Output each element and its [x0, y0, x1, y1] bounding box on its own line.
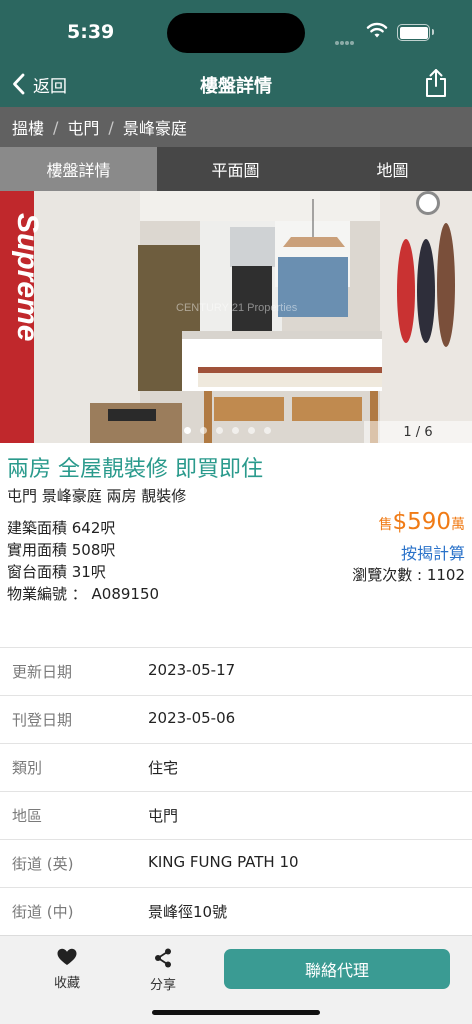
- favorite-button[interactable]: 收藏: [37, 948, 97, 991]
- view-count: 瀏覽次數 : 1102: [352, 566, 465, 584]
- battery-icon: [397, 24, 434, 41]
- home-indicator: [152, 1010, 320, 1015]
- mortgage-calculator-link[interactable]: 按揭計算: [401, 540, 465, 564]
- breadcrumb-item-search[interactable]: 搵樓: [12, 115, 44, 139]
- banner-text: Supreme: [11, 213, 44, 341]
- watermark-text: CENTURY 21 Properties: [176, 302, 298, 314]
- breadcrumb-item-estate[interactable]: 景峰豪庭: [123, 115, 187, 139]
- tab-bar: 樓盤詳情 平面圖 地圖: [0, 147, 472, 191]
- breadcrumb-item-district[interactable]: 屯門: [67, 115, 99, 139]
- favorite-label: 收藏: [53, 976, 80, 991]
- bay-window-area: 窗台面積 31呎: [7, 563, 106, 581]
- detail-row: 街道 (中) 景峰徑10號: [0, 887, 472, 935]
- page-title: 樓盤詳情: [200, 76, 272, 97]
- detail-label: 刊登日期: [12, 711, 73, 729]
- detail-label: 地區: [12, 807, 43, 825]
- detail-row: 街道 (英) KING FUNG PATH 10: [0, 839, 472, 887]
- share-nodes-icon: [155, 948, 171, 968]
- detail-value: 屯門: [148, 807, 179, 825]
- share-label: 分享: [149, 978, 176, 993]
- heart-icon: [57, 948, 77, 965]
- share-button[interactable]: 分享: [133, 948, 193, 993]
- detail-value: KING FUNG PATH 10: [148, 853, 299, 871]
- area-block: 建築面積 642呎 實用面積 508呎 窗台面積 31呎 物業編號 ： A089…: [7, 517, 159, 605]
- detail-row: 更新日期 2023-05-17: [0, 647, 472, 695]
- breadcrumb-separator: /: [108, 117, 114, 137]
- contact-agent-button[interactable]: 聯絡代理: [224, 949, 450, 989]
- tab-floor-plan[interactable]: 平面圖: [157, 147, 314, 191]
- share-icon[interactable]: [424, 68, 448, 98]
- detail-row: 類別 住宅: [0, 743, 472, 791]
- gallery-dot: [248, 427, 255, 434]
- gallery-dot: [232, 427, 239, 434]
- dynamic-island: [167, 13, 305, 53]
- app-header: 5:39 返回 樓盤詳情: [0, 0, 472, 107]
- price-tag: 售$590萬: [378, 509, 465, 535]
- gross-area: 建築面積 642呎: [7, 519, 116, 537]
- detail-row: 刊登日期 2023-05-06: [0, 695, 472, 743]
- detail-label: 類別: [12, 759, 43, 777]
- price-label: 售: [378, 517, 393, 533]
- detail-label: 更新日期: [12, 663, 73, 681]
- breadcrumb: 搵樓 / 屯門 / 景峰豪庭: [0, 107, 472, 147]
- price-amount: $590: [392, 509, 451, 535]
- wifi-icon: [366, 22, 388, 38]
- property-photo: Supreme CENTURY 21 Properties: [0, 191, 472, 443]
- detail-row: 地區 屯門: [0, 791, 472, 839]
- tab-details[interactable]: 樓盤詳情: [0, 147, 157, 191]
- gallery-dot: [264, 427, 271, 434]
- gallery-dot: [216, 427, 223, 434]
- gallery-dots: [184, 427, 271, 434]
- saleable-area: 實用面積 508呎: [7, 541, 116, 559]
- photo-counter: 1 / 6: [364, 421, 472, 443]
- bottom-action-bar: 收藏 分享 聯絡代理: [0, 935, 472, 1024]
- photo-gallery[interactable]: Supreme CENTURY 21 Properties 1 / 6: [0, 191, 472, 443]
- detail-label: 街道 (英): [12, 855, 74, 873]
- listing-subline: 屯門 景峰豪庭 兩房 靚裝修: [7, 487, 187, 505]
- listing-headline: 兩房 全屋靚裝修 即買即住: [7, 457, 263, 482]
- gallery-dot: [184, 427, 191, 434]
- detail-label: 街道 (中): [12, 903, 74, 921]
- detail-value: 2023-05-17: [148, 661, 236, 679]
- signal-icon: [335, 30, 359, 45]
- gallery-dot: [200, 427, 207, 434]
- property-number: 物業編號 ： A089150: [7, 585, 160, 603]
- breadcrumb-separator: /: [53, 117, 59, 137]
- detail-value: 景峰徑10號: [148, 903, 228, 921]
- detail-value: 2023-05-06: [148, 709, 236, 727]
- status-time: 5:39: [67, 21, 115, 43]
- detail-value: 住宅: [148, 759, 179, 777]
- price-unit: 萬: [451, 517, 465, 533]
- tab-map[interactable]: 地圖: [314, 147, 471, 191]
